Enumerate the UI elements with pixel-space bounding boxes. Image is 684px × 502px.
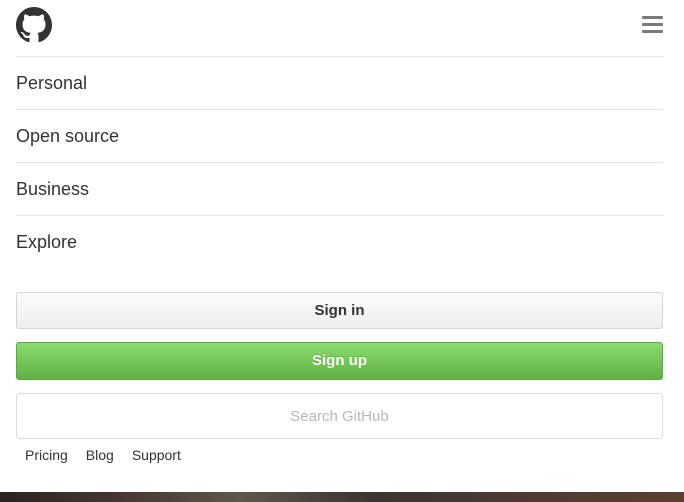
sign-up-button[interactable]: Sign up (16, 342, 663, 380)
footer-link-blog[interactable]: Blog (86, 446, 114, 466)
hero-image-edge (0, 492, 684, 502)
footer-link-pricing[interactable]: Pricing (25, 446, 68, 466)
footer-links: Pricing Blog Support (25, 446, 199, 466)
page: Personal Open source Business Explore Si… (0, 0, 684, 502)
nav-item-open-source[interactable]: Open source (16, 109, 663, 162)
nav-item-explore[interactable]: Explore (16, 215, 663, 269)
menu-bar (642, 30, 663, 33)
menu-bar (642, 16, 663, 19)
header (16, 7, 664, 45)
footer-link-support[interactable]: Support (132, 446, 181, 466)
nav-item-business[interactable]: Business (16, 162, 663, 215)
hamburger-menu-icon[interactable] (642, 16, 663, 33)
main-nav: Personal Open source Business Explore (16, 56, 663, 269)
sign-in-button[interactable]: Sign in (16, 292, 663, 329)
github-logo-icon[interactable] (16, 7, 52, 43)
nav-item-personal[interactable]: Personal (16, 56, 663, 109)
menu-bar (642, 23, 663, 26)
search-input[interactable] (16, 393, 663, 439)
